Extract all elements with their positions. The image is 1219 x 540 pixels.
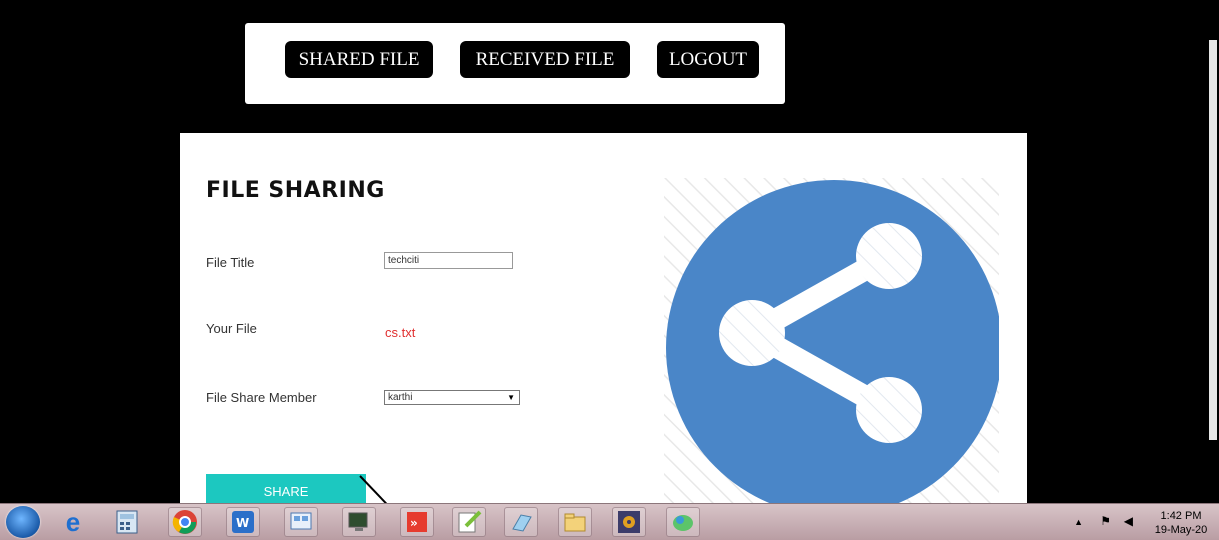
- shared-file-button[interactable]: SHARED FILE: [285, 41, 433, 78]
- chrome-icon[interactable]: [168, 507, 202, 537]
- show-hidden-icons-icon[interactable]: ▲: [1074, 517, 1083, 527]
- file-share-member-label: File Share Member: [206, 390, 317, 405]
- volume-icon[interactable]: ◀: [1124, 514, 1133, 528]
- file-sharing-panel: FILE SHARING File Title Your File cs.txt…: [180, 133, 1027, 503]
- selected-member: karthi: [388, 392, 413, 403]
- file-title-input[interactable]: [384, 252, 513, 269]
- taskbar: e W » ▲ ⚑ ◀ 1:42 PM 19-May-20: [0, 503, 1219, 540]
- top-navigation: SHARED FILE RECEIVED FILE LOGOUT: [245, 23, 785, 104]
- notepad-icon[interactable]: [504, 507, 538, 537]
- wps-writer-icon[interactable]: W: [226, 507, 260, 537]
- svg-text:W: W: [236, 516, 249, 530]
- windows-start-icon[interactable]: [6, 506, 40, 538]
- app-settings-icon[interactable]: [612, 507, 646, 537]
- your-file-label: Your File: [206, 321, 257, 336]
- calculator-icon[interactable]: [110, 507, 144, 537]
- remote-desktop-icon[interactable]: [342, 507, 376, 537]
- received-file-button[interactable]: RECEIVED FILE: [460, 41, 630, 78]
- control-panel-icon[interactable]: [284, 507, 318, 537]
- file-explorer-icon[interactable]: [558, 507, 592, 537]
- your-file-name: cs.txt: [385, 325, 416, 340]
- page-title: FILE SHARING: [206, 178, 385, 203]
- share-button[interactable]: SHARE: [206, 474, 366, 503]
- anydesk-icon[interactable]: »: [400, 507, 434, 537]
- dropdown-arrow-icon: ▼: [507, 393, 515, 402]
- internet-explorer-icon[interactable]: e: [56, 507, 90, 537]
- scrollbar-thumb[interactable]: [1209, 40, 1217, 440]
- svg-text:»: »: [410, 516, 418, 530]
- file-share-member-select[interactable]: karthi ▼: [384, 390, 520, 405]
- page-scrollbar[interactable]: [1207, 0, 1219, 503]
- file-title-label: File Title: [206, 255, 255, 270]
- clock-time: 1:42 PM: [1160, 510, 1202, 522]
- action-center-flag-icon[interactable]: ⚑: [1100, 514, 1111, 528]
- media-icon[interactable]: [666, 507, 700, 537]
- clock[interactable]: 1:42 PM 19-May-20: [1151, 509, 1211, 537]
- clock-date: 19-May-20: [1154, 524, 1208, 536]
- logout-button[interactable]: LOGOUT: [657, 41, 759, 78]
- share-graphic: [664, 178, 999, 503]
- notepad-plus-plus-icon[interactable]: [452, 507, 486, 537]
